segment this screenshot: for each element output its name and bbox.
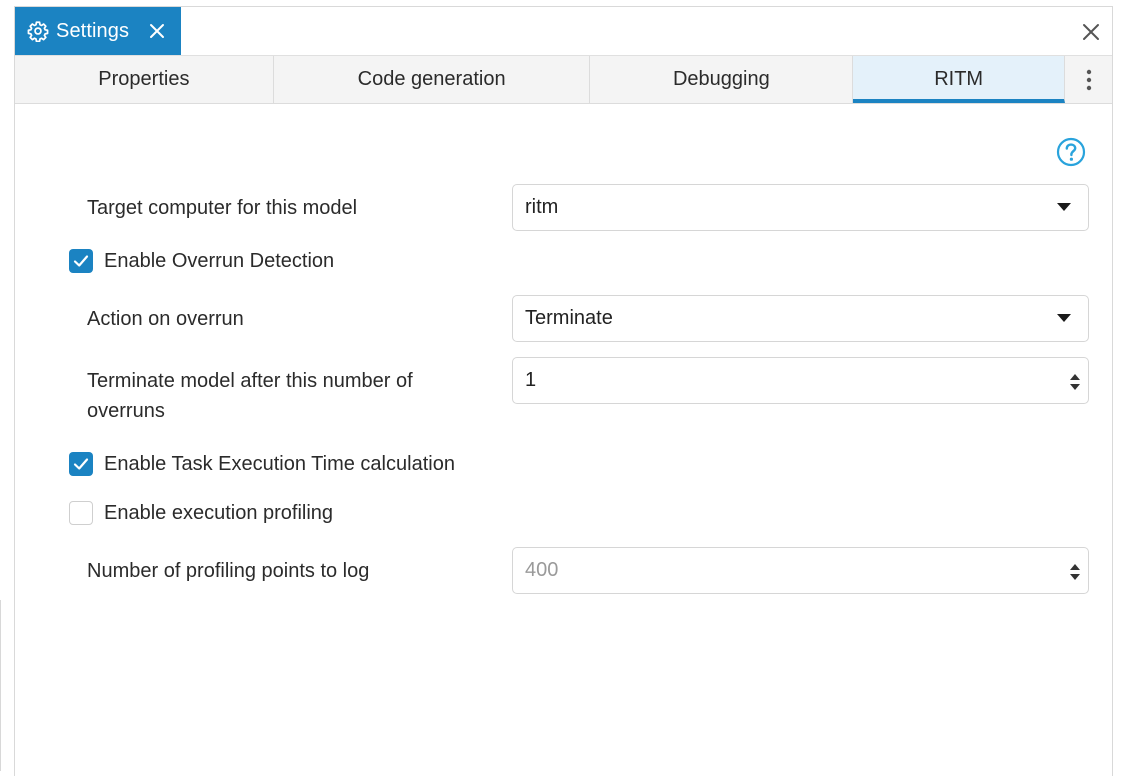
terminate-after-label-line1: Terminate model after this number of (87, 370, 413, 392)
more-vertical-icon (1086, 69, 1091, 90)
tab-properties[interactable]: Properties (15, 56, 274, 103)
terminate-after-label-line2: overruns (87, 400, 165, 422)
action-on-overrun-value: Terminate (525, 307, 613, 329)
action-on-overrun-label: Action on overrun (87, 308, 244, 330)
enable-task-execution-time-checkbox[interactable]: Enable Task Execution Time calculation (69, 452, 455, 476)
tab-bar: Properties Code generation Debugging RIT… (15, 55, 1112, 104)
checkbox-checked-icon (69, 452, 93, 476)
profiling-points-stepper[interactable]: 400 (512, 547, 1089, 594)
tab-ritm[interactable]: RITM (853, 56, 1066, 103)
spin-arrows-icon[interactable] (1069, 562, 1081, 582)
tab-code-generation[interactable]: Code generation (274, 56, 591, 103)
enable-execution-profiling-label: Enable execution profiling (104, 501, 334, 524)
close-icon (1083, 24, 1099, 40)
help-icon[interactable] (1056, 137, 1086, 167)
tab-debugging[interactable]: Debugging (590, 56, 854, 103)
terminate-after-value: 1 (525, 369, 537, 391)
action-on-overrun-select[interactable]: Terminate (512, 295, 1089, 342)
profiling-points-label: Number of profiling points to log (87, 560, 370, 582)
spin-arrows-icon[interactable] (1069, 372, 1081, 392)
checkbox-unchecked-icon (69, 501, 93, 525)
gear-icon (27, 20, 49, 42)
checkbox-checked-icon (69, 249, 93, 273)
enable-overrun-detection-checkbox[interactable]: Enable Overrun Detection (69, 249, 334, 273)
target-computer-select[interactable]: ritm (512, 184, 1089, 231)
enable-execution-profiling-checkbox[interactable]: Enable execution profiling (69, 501, 333, 525)
profiling-points-value: 400 (525, 559, 559, 581)
dialog-title: Settings (56, 19, 130, 42)
more-tabs-button[interactable] (1065, 56, 1112, 103)
enable-overrun-detection-label: Enable Overrun Detection (104, 249, 335, 272)
window-close-button[interactable] (1080, 21, 1102, 43)
settings-title-tab[interactable]: Settings (15, 7, 181, 55)
enable-task-execution-time-label: Enable Task Execution Time calculation (104, 452, 455, 475)
title-bar: Settings (15, 7, 1112, 55)
background-panel-edge (0, 600, 1, 771)
ritm-settings-panel: Target computer for this model ritm Enab… (15, 104, 1112, 776)
caret-down-icon (1057, 203, 1071, 211)
target-computer-value: ritm (525, 196, 559, 218)
terminate-after-stepper[interactable]: 1 (512, 357, 1089, 404)
caret-down-icon (1057, 314, 1071, 322)
target-computer-label: Target computer for this model (87, 197, 358, 219)
settings-dialog: Settings Properties Code generation Debu… (14, 6, 1113, 776)
close-icon[interactable] (147, 21, 167, 41)
